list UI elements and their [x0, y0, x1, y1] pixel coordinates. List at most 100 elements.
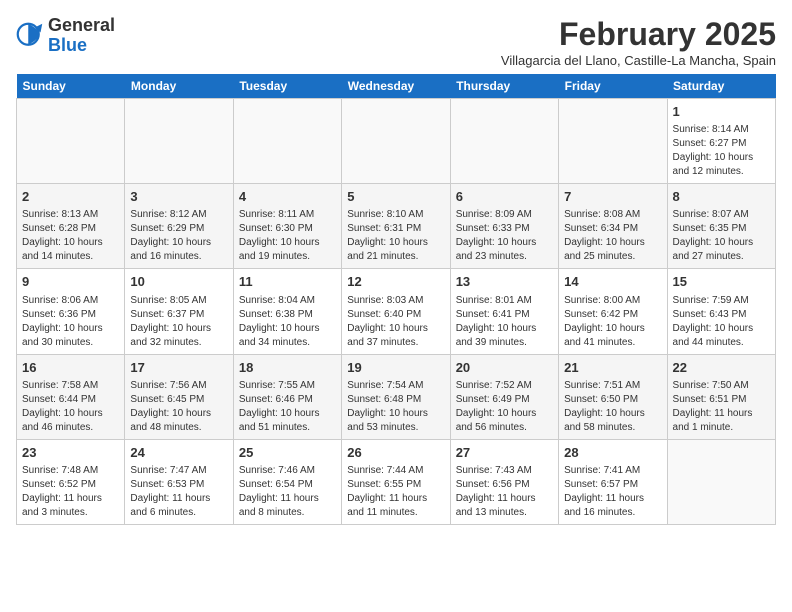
calendar-cell: 18 Sunrise: 7:55 AM Sunset: 6:46 PM Dayli… — [233, 354, 341, 439]
calendar-cell: 2 Sunrise: 8:13 AM Sunset: 6:28 PM Daylig… — [17, 184, 125, 269]
day-number: 26 — [347, 444, 444, 462]
calendar-cell: 8 Sunrise: 8:07 AM Sunset: 6:35 PM Daylig… — [667, 184, 775, 269]
calendar-cell: 3 Sunrise: 8:12 AM Sunset: 6:29 PM Daylig… — [125, 184, 233, 269]
day-info: Sunrise: 7:48 AM Sunset: 6:52 PM Dayligh… — [22, 464, 119, 520]
day-number: 23 — [22, 444, 119, 462]
page-header: General Blue February 2025 Villagarcia d… — [16, 16, 776, 68]
calendar-cell: 25Sunrise: 7:46 AM Sunset: 6:54 PM Dayli… — [233, 439, 341, 524]
calendar-cell: 11 Sunrise: 8:04 AM Sunset: 6:38 PM Dayli… — [233, 269, 341, 354]
day-number: 28 — [564, 444, 661, 462]
day-info: Sunrise: 8:07 AM Sunset: 6:35 PM Dayligh… — [673, 208, 770, 264]
day-number: 18 — [239, 359, 336, 377]
calendar-table: SundayMondayTuesdayWednesdayThursdayFrid… — [16, 74, 776, 525]
day-number: 14 — [564, 273, 661, 291]
calendar-week-row: 16 Sunrise: 7:58 AM Sunset: 6:44 PM Dayli… — [17, 354, 776, 439]
weekday-header: Wednesday — [342, 74, 450, 99]
calendar-cell — [233, 99, 341, 184]
day-info: Sunrise: 8:13 AM Sunset: 6:28 PM Dayligh… — [22, 208, 119, 264]
day-info: Sunrise: 7:46 AM Sunset: 6:54 PM Dayligh… — [239, 464, 336, 520]
day-number: 2 — [22, 188, 119, 206]
calendar-cell: 10 Sunrise: 8:05 AM Sunset: 6:37 PM Dayli… — [125, 269, 233, 354]
day-info: Sunrise: 7:56 AM Sunset: 6:45 PM Dayligh… — [130, 379, 227, 435]
calendar-cell: 20Sunrise: 7:52 AM Sunset: 6:49 PM Dayli… — [450, 354, 558, 439]
day-info: Sunrise: 7:58 AM Sunset: 6:44 PM Dayligh… — [22, 379, 119, 435]
logo-general-text: General — [48, 15, 115, 35]
day-number: 3 — [130, 188, 227, 206]
calendar-cell — [667, 439, 775, 524]
day-info: Sunrise: 8:06 AM Sunset: 6:36 PM Dayligh… — [22, 294, 119, 350]
day-number: 15 — [673, 273, 770, 291]
title-block: February 2025 Villagarcia del Llano, Cas… — [501, 16, 776, 68]
day-info: Sunrise: 8:01 AM Sunset: 6:41 PM Dayligh… — [456, 294, 553, 350]
day-number: 16 — [22, 359, 119, 377]
calendar-cell — [342, 99, 450, 184]
day-number: 7 — [564, 188, 661, 206]
calendar-cell — [125, 99, 233, 184]
location-subtitle: Villagarcia del Llano, Castille-La Manch… — [501, 53, 776, 68]
calendar-cell: 1Sunrise: 8:14 AM Sunset: 6:27 PM Daylig… — [667, 99, 775, 184]
day-info: Sunrise: 8:11 AM Sunset: 6:30 PM Dayligh… — [239, 208, 336, 264]
day-number: 8 — [673, 188, 770, 206]
calendar-cell: 23 Sunrise: 7:48 AM Sunset: 6:52 PM Dayli… — [17, 439, 125, 524]
calendar-cell: 14 Sunrise: 8:00 AM Sunset: 6:42 PM Dayli… — [559, 269, 667, 354]
calendar-cell: 5 Sunrise: 8:10 AM Sunset: 6:31 PM Daylig… — [342, 184, 450, 269]
calendar-cell: 19 Sunrise: 7:54 AM Sunset: 6:48 PM Dayli… — [342, 354, 450, 439]
day-info: Sunrise: 8:09 AM Sunset: 6:33 PM Dayligh… — [456, 208, 553, 264]
calendar-cell: 26 Sunrise: 7:44 AM Sunset: 6:55 PM Dayli… — [342, 439, 450, 524]
day-number: 13 — [456, 273, 553, 291]
day-info: Sunrise: 8:08 AM Sunset: 6:34 PM Dayligh… — [564, 208, 661, 264]
calendar-cell: 7 Sunrise: 8:08 AM Sunset: 6:34 PM Daylig… — [559, 184, 667, 269]
day-number: 10 — [130, 273, 227, 291]
calendar-cell: 9 Sunrise: 8:06 AM Sunset: 6:36 PM Daylig… — [17, 269, 125, 354]
calendar-cell — [450, 99, 558, 184]
day-number: 11 — [239, 273, 336, 291]
logo-icon — [16, 22, 44, 50]
calendar-cell — [559, 99, 667, 184]
day-info: Sunrise: 7:44 AM Sunset: 6:55 PM Dayligh… — [347, 464, 444, 520]
calendar-cell: 4Sunrise: 8:11 AM Sunset: 6:30 PM Daylig… — [233, 184, 341, 269]
day-info: Sunrise: 7:50 AM Sunset: 6:51 PM Dayligh… — [673, 379, 770, 435]
day-info: Sunrise: 8:03 AM Sunset: 6:40 PM Dayligh… — [347, 294, 444, 350]
day-info: Sunrise: 7:55 AM Sunset: 6:46 PM Dayligh… — [239, 379, 336, 435]
day-number: 19 — [347, 359, 444, 377]
weekday-header: Monday — [125, 74, 233, 99]
day-info: Sunrise: 7:41 AM Sunset: 6:57 PM Dayligh… — [564, 464, 661, 520]
logo: General Blue — [16, 16, 115, 56]
calendar-cell: 22 Sunrise: 7:50 AM Sunset: 6:51 PM Dayli… — [667, 354, 775, 439]
day-info: Sunrise: 8:10 AM Sunset: 6:31 PM Dayligh… — [347, 208, 444, 264]
calendar-week-row: 2 Sunrise: 8:13 AM Sunset: 6:28 PM Daylig… — [17, 184, 776, 269]
day-info: Sunrise: 8:05 AM Sunset: 6:37 PM Dayligh… — [130, 294, 227, 350]
calendar-week-row: 23 Sunrise: 7:48 AM Sunset: 6:52 PM Dayli… — [17, 439, 776, 524]
month-title: February 2025 — [501, 16, 776, 53]
calendar-week-row: 9 Sunrise: 8:06 AM Sunset: 6:36 PM Daylig… — [17, 269, 776, 354]
day-info: Sunrise: 7:59 AM Sunset: 6:43 PM Dayligh… — [673, 294, 770, 350]
day-info: Sunrise: 8:14 AM Sunset: 6:27 PM Dayligh… — [673, 123, 770, 179]
weekday-header: Saturday — [667, 74, 775, 99]
day-info: Sunrise: 7:54 AM Sunset: 6:48 PM Dayligh… — [347, 379, 444, 435]
day-info: Sunrise: 8:12 AM Sunset: 6:29 PM Dayligh… — [130, 208, 227, 264]
calendar-cell: 13 Sunrise: 8:01 AM Sunset: 6:41 PM Dayli… — [450, 269, 558, 354]
day-info: Sunrise: 7:47 AM Sunset: 6:53 PM Dayligh… — [130, 464, 227, 520]
calendar-cell: 24 Sunrise: 7:47 AM Sunset: 6:53 PM Dayli… — [125, 439, 233, 524]
day-info: Sunrise: 8:00 AM Sunset: 6:42 PM Dayligh… — [564, 294, 661, 350]
calendar-cell: 12Sunrise: 8:03 AM Sunset: 6:40 PM Dayli… — [342, 269, 450, 354]
day-number: 21 — [564, 359, 661, 377]
day-number: 9 — [22, 273, 119, 291]
day-number: 24 — [130, 444, 227, 462]
day-number: 6 — [456, 188, 553, 206]
logo-blue-text: Blue — [48, 35, 87, 55]
day-info: Sunrise: 7:43 AM Sunset: 6:56 PM Dayligh… — [456, 464, 553, 520]
calendar-cell: 15 Sunrise: 7:59 AM Sunset: 6:43 PM Dayli… — [667, 269, 775, 354]
day-info: Sunrise: 7:51 AM Sunset: 6:50 PM Dayligh… — [564, 379, 661, 435]
day-number: 27 — [456, 444, 553, 462]
calendar-cell: 21 Sunrise: 7:51 AM Sunset: 6:50 PM Dayli… — [559, 354, 667, 439]
calendar-cell: 6 Sunrise: 8:09 AM Sunset: 6:33 PM Daylig… — [450, 184, 558, 269]
day-info: Sunrise: 8:04 AM Sunset: 6:38 PM Dayligh… — [239, 294, 336, 350]
day-info: Sunrise: 7:52 AM Sunset: 6:49 PM Dayligh… — [456, 379, 553, 435]
weekday-header: Tuesday — [233, 74, 341, 99]
calendar-header-row: SundayMondayTuesdayWednesdayThursdayFrid… — [17, 74, 776, 99]
day-number: 22 — [673, 359, 770, 377]
weekday-header: Friday — [559, 74, 667, 99]
day-number: 5 — [347, 188, 444, 206]
calendar-week-row: 1Sunrise: 8:14 AM Sunset: 6:27 PM Daylig… — [17, 99, 776, 184]
